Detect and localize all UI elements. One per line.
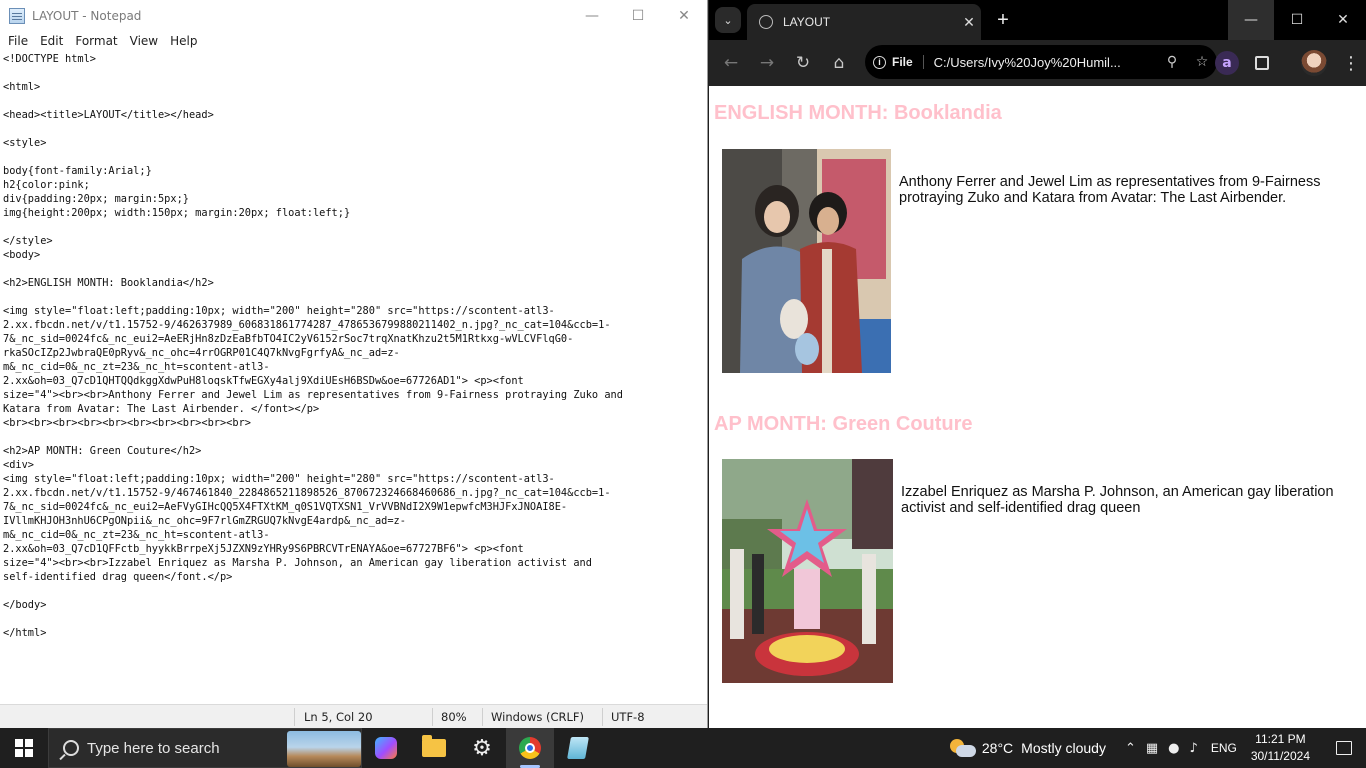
chrome-icon <box>519 737 541 759</box>
extension-a-icon[interactable]: a <box>1215 51 1239 75</box>
clock-time: 11:21 PM <box>1255 732 1306 746</box>
speaker-icon[interactable]: ♪ <box>1190 741 1198 756</box>
new-tab-icon[interactable]: + <box>991 8 1015 32</box>
minimize-icon[interactable]: — <box>569 0 615 31</box>
notepad-icon <box>567 737 589 759</box>
caption-zuko-katara: Anthony Ferrer and Jewel Lim as represen… <box>899 174 1321 206</box>
status-line-ending: Windows (CRLF) <box>491 710 585 724</box>
minimize-icon[interactable]: — <box>1228 0 1274 40</box>
weather-description: Mostly cloudy <box>1021 740 1106 756</box>
copilot-taskbar-button[interactable] <box>362 728 410 768</box>
browser-window-controls: — ☐ ✕ <box>1228 0 1366 40</box>
extensions-puzzle-icon[interactable] <box>1249 50 1275 76</box>
close-icon[interactable]: ✕ <box>661 0 707 31</box>
zoom-icon[interactable]: ⚲ <box>1157 54 1187 70</box>
tab-title: LAYOUT <box>783 15 831 29</box>
status-cursor-position: Ln 5, Col 20 <box>304 710 373 724</box>
taskbar-search-box[interactable]: Type here to search <box>48 728 362 768</box>
reload-icon[interactable]: ↻ <box>785 45 821 81</box>
menu-file[interactable]: File <box>2 34 34 48</box>
notepad-window-title: LAYOUT - Notepad <box>32 8 142 23</box>
globe-icon <box>759 15 773 29</box>
maximize-icon[interactable]: ☐ <box>1274 0 1320 40</box>
wifi-icon[interactable]: ● <box>1168 741 1179 756</box>
gear-icon: ⚙ <box>472 735 492 761</box>
notepad-app-icon <box>9 7 25 24</box>
menu-view[interactable]: View <box>124 34 164 48</box>
menu-help[interactable]: Help <box>164 34 203 48</box>
status-separator <box>482 708 483 726</box>
search-icon <box>63 740 79 756</box>
address-url[interactable]: C:/Users/Ivy%20Joy%20Humil... <box>934 55 1157 70</box>
settings-taskbar-button[interactable]: ⚙ <box>458 728 506 768</box>
info-icon: i <box>873 55 886 69</box>
close-icon[interactable]: ✕ <box>1320 0 1366 40</box>
tab-search-icon[interactable]: ⌄ <box>715 7 741 33</box>
notepad-menu-bar: File Edit Format View Help <box>0 31 707 51</box>
caption-green-couture: Izzabel Enriquez as Marsha P. Johnson, a… <box>901 484 1334 516</box>
status-separator <box>294 708 295 726</box>
weather-widget[interactable]: 28°C Mostly cloudy <box>949 739 1106 757</box>
photo-green-couture <box>722 459 893 683</box>
menu-edit[interactable]: Edit <box>34 34 69 48</box>
clock[interactable]: 11:21 PM 30/11/2024 <box>1251 731 1310 765</box>
notepad-content[interactable]: <!DOCTYPE html> <html> <head><title>LAYO… <box>3 52 704 640</box>
bookmark-star-icon[interactable]: ☆ <box>1187 54 1217 70</box>
search-highlight-image <box>287 731 361 767</box>
home-icon[interactable]: ⌂ <box>821 45 857 81</box>
search-placeholder: Type here to search <box>87 739 220 757</box>
address-bar[interactable]: i File C:/Users/Ivy%20Joy%20Humil... ⚲ ☆ <box>865 45 1217 79</box>
notifications-button[interactable] <box>1322 728 1366 768</box>
notification-icon <box>1336 741 1352 755</box>
browser-window: ⌄ LAYOUT ✕ + — ☐ ✕ ← → ↻ ⌂ i File C:/Use… <box>709 0 1366 728</box>
weather-temperature: 28°C <box>981 740 1014 756</box>
clock-date: 30/11/2024 <box>1250 749 1310 763</box>
input-method-icon[interactable]: ▦ <box>1146 741 1158 756</box>
tab-close-icon[interactable]: ✕ <box>957 14 981 31</box>
notepad-status-bar: Ln 5, Col 20 80% Windows (CRLF) UTF-8 <box>0 704 707 728</box>
web-page-content: ENGLISH MONTH: Booklandia Anthony Ferrer… <box>709 86 1366 728</box>
chrome-taskbar-button[interactable] <box>506 728 554 768</box>
language-indicator[interactable]: ENG <box>1211 741 1237 755</box>
notepad-window: LAYOUT - Notepad — ☐ ✕ File Edit Format … <box>0 0 708 728</box>
windows-logo-icon <box>15 739 33 757</box>
site-info-label: File <box>892 55 913 69</box>
heading-english-month: ENGLISH MONTH: Booklandia <box>714 102 1002 124</box>
copilot-icon <box>375 737 397 759</box>
chevron-up-icon[interactable]: ⌃ <box>1125 741 1136 756</box>
photo-zuko-katara <box>722 149 891 373</box>
system-tray: 28°C Mostly cloudy ⌃ ▦ ● ♪ ENG 11:21 PM … <box>949 728 1366 768</box>
status-separator <box>432 708 433 726</box>
back-icon[interactable]: ← <box>713 45 749 81</box>
menu-kebab-icon[interactable]: ⋮ <box>1341 50 1361 76</box>
notepad-title-bar[interactable]: LAYOUT - Notepad — ☐ ✕ <box>0 0 707 31</box>
browser-toolbar: ← → ↻ ⌂ i File C:/Users/Ivy%20Joy%20Humi… <box>709 40 1366 86</box>
notepad-taskbar-button[interactable] <box>554 728 602 768</box>
file-explorer-taskbar-button[interactable] <box>410 728 458 768</box>
partly-cloudy-icon <box>949 739 976 757</box>
notepad-text-area[interactable]: <!DOCTYPE html> <html> <head><title>LAYO… <box>0 52 707 704</box>
site-info-chip[interactable]: i File <box>873 55 924 69</box>
taskbar: Type here to search ⚙ 28°C Mostly cloudy… <box>0 728 1366 768</box>
heading-ap-month: AP MONTH: Green Couture <box>714 413 973 435</box>
tab-strip: ⌄ LAYOUT ✕ + — ☐ ✕ <box>709 0 1366 40</box>
forward-icon[interactable]: → <box>749 45 785 81</box>
tab-layout[interactable]: LAYOUT ✕ <box>747 4 981 40</box>
status-zoom: 80% <box>441 710 467 724</box>
profile-avatar[interactable] <box>1301 50 1327 76</box>
status-encoding: UTF-8 <box>611 710 645 724</box>
menu-format[interactable]: Format <box>69 34 123 48</box>
maximize-icon[interactable]: ☐ <box>615 0 661 31</box>
status-separator <box>602 708 603 726</box>
start-button[interactable] <box>0 728 48 768</box>
folder-icon <box>422 735 446 757</box>
